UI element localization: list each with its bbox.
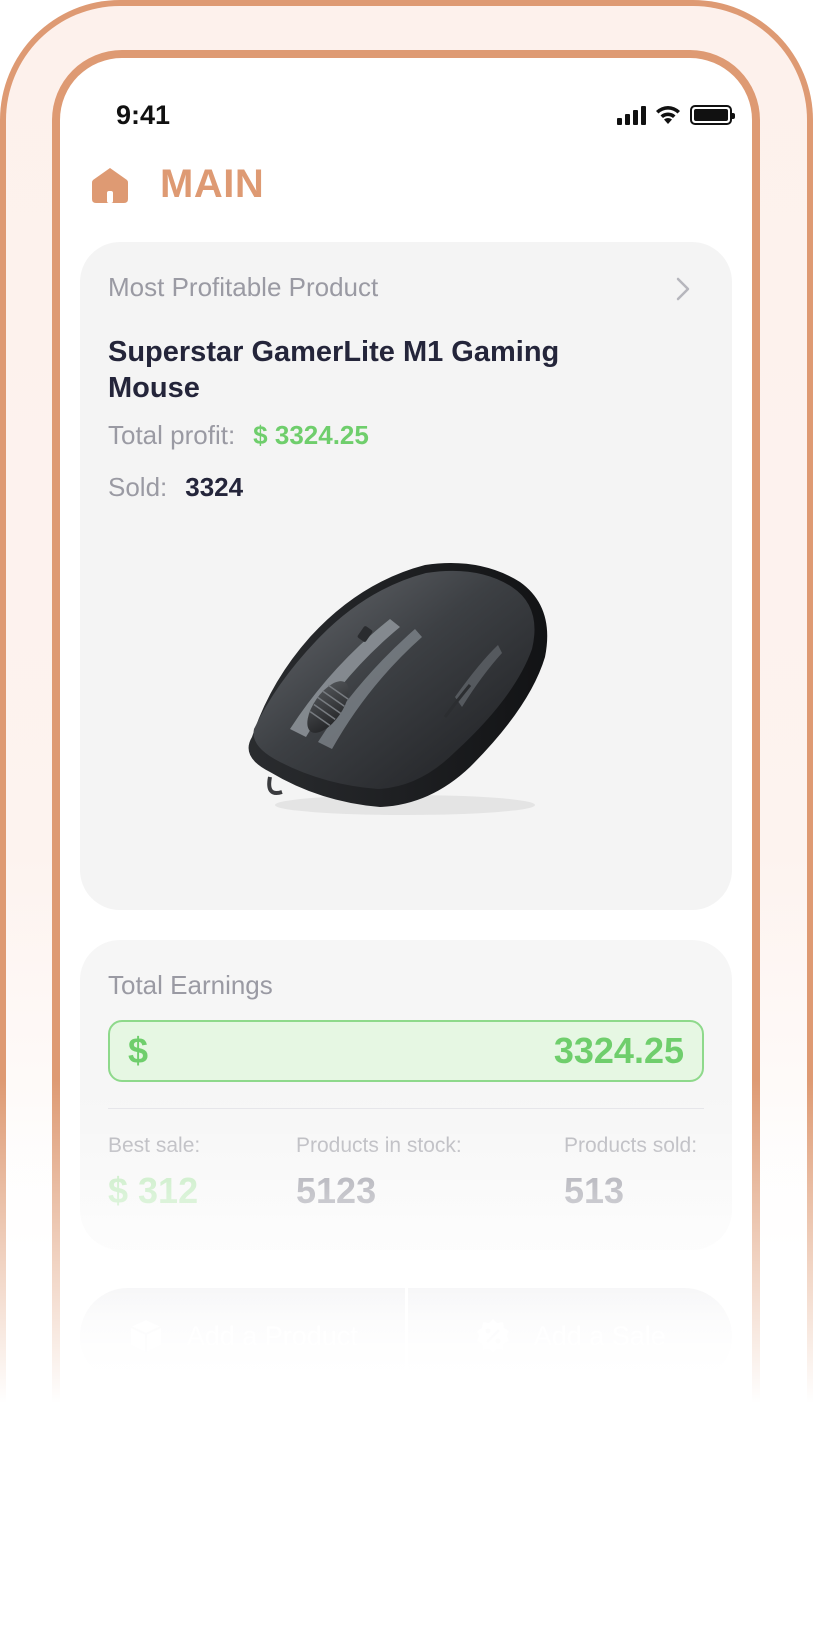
sold-row: Sold: 3324 bbox=[108, 472, 243, 503]
total-profit-label: Total profit: bbox=[108, 420, 236, 450]
home-icon bbox=[92, 167, 128, 203]
divider bbox=[108, 1108, 704, 1109]
products-sold-stat: Products sold: 513 bbox=[564, 1134, 697, 1212]
card-label: Most Profitable Product bbox=[108, 272, 379, 302]
add-sale-button[interactable]: Add a Sale bbox=[407, 1288, 732, 1384]
cellular-signal-icon bbox=[617, 105, 646, 125]
wifi-icon bbox=[656, 106, 680, 124]
add-product-button[interactable]: Add a Product bbox=[80, 1288, 405, 1384]
add-product-label: Add a Product bbox=[186, 1320, 358, 1351]
gaming-mouse-image bbox=[248, 563, 548, 815]
stat-value: 513 bbox=[564, 1170, 625, 1211]
total-earnings-amount: 3324.25 bbox=[553, 1030, 684, 1071]
products-in-stock-stat: Products in stock: 5123 bbox=[296, 1134, 462, 1212]
battery-icon bbox=[690, 105, 735, 125]
discount-badge-icon bbox=[476, 1319, 509, 1353]
box-icon bbox=[130, 1320, 162, 1352]
status-bar: 9:41 bbox=[60, 78, 752, 130]
product-name: Superstar GamerLite M1 Gaming Mouse bbox=[108, 336, 560, 404]
stat-value: $ 312 bbox=[108, 1170, 199, 1211]
add-sale-label: Add a Sale bbox=[533, 1320, 666, 1351]
stat-label: Best sale: bbox=[108, 1134, 201, 1157]
page-header: MAIN bbox=[90, 162, 264, 207]
most-profitable-product-card[interactable]: Most Profitable Product Superstar GamerL… bbox=[80, 242, 732, 910]
sold-label: Sold: bbox=[108, 472, 168, 502]
currency-symbol: $ bbox=[128, 1030, 149, 1071]
action-buttons: Add a Product Add a Sale bbox=[80, 1288, 732, 1384]
page-title: MAIN bbox=[160, 162, 265, 206]
stat-value: 5123 bbox=[296, 1170, 377, 1211]
stat-label: Products in stock: bbox=[296, 1134, 462, 1157]
status-icons bbox=[617, 104, 735, 126]
stat-label: Products sold: bbox=[564, 1134, 698, 1157]
chevron-right-icon[interactable] bbox=[674, 276, 692, 302]
total-earnings-field: $ 3324.25 bbox=[108, 1020, 704, 1082]
total-profit-value: $ 3324.25 bbox=[253, 420, 369, 450]
total-earnings-card: Total Earnings $ 3324.25 Best sale: $ 31… bbox=[80, 940, 732, 1250]
status-time: 9:41 bbox=[116, 100, 171, 130]
sold-value: 3324 bbox=[185, 472, 244, 502]
phone-screen: 9:41 MAIN Most Profitable Product Supers… bbox=[52, 50, 760, 1420]
total-profit-row: Total profit: $ 3324.25 bbox=[108, 420, 369, 451]
best-sale-stat: Best sale: $ 312 bbox=[108, 1134, 200, 1212]
card-label: Total Earnings bbox=[108, 970, 273, 1000]
